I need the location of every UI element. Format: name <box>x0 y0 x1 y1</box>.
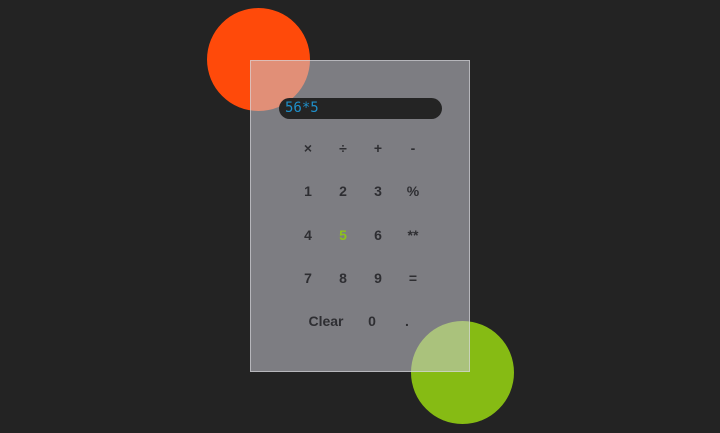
digit-4-key[interactable]: 4 <box>293 223 323 247</box>
digit-9-key[interactable]: 9 <box>363 266 393 290</box>
digit-7-key[interactable]: 7 <box>293 266 323 290</box>
digit-2-key[interactable]: 2 <box>328 179 358 203</box>
divide-key[interactable]: ÷ <box>328 136 358 160</box>
multiply-key[interactable]: × <box>293 136 323 160</box>
calculator-panel: × ÷ + - 1 2 3 % 4 5 6 ** 7 8 9 = Clear 0… <box>250 60 470 372</box>
clear-key[interactable]: Clear <box>300 309 352 333</box>
digit-1-key[interactable]: 1 <box>293 179 323 203</box>
plus-key[interactable]: + <box>363 136 393 160</box>
digit-8-key[interactable]: 8 <box>328 266 358 290</box>
calculator-display[interactable] <box>279 98 442 119</box>
power-key[interactable]: ** <box>398 223 428 247</box>
digit-6-key[interactable]: 6 <box>363 223 393 247</box>
percent-key[interactable]: % <box>398 179 428 203</box>
decimal-point-key[interactable]: . <box>392 309 422 333</box>
digit-3-key[interactable]: 3 <box>363 179 393 203</box>
digit-5-key[interactable]: 5 <box>328 223 358 247</box>
app-stage: × ÷ + - 1 2 3 % 4 5 6 ** 7 8 9 = Clear 0… <box>0 0 720 433</box>
minus-key[interactable]: - <box>398 136 428 160</box>
digit-0-key[interactable]: 0 <box>357 309 387 333</box>
equals-key[interactable]: = <box>398 266 428 290</box>
